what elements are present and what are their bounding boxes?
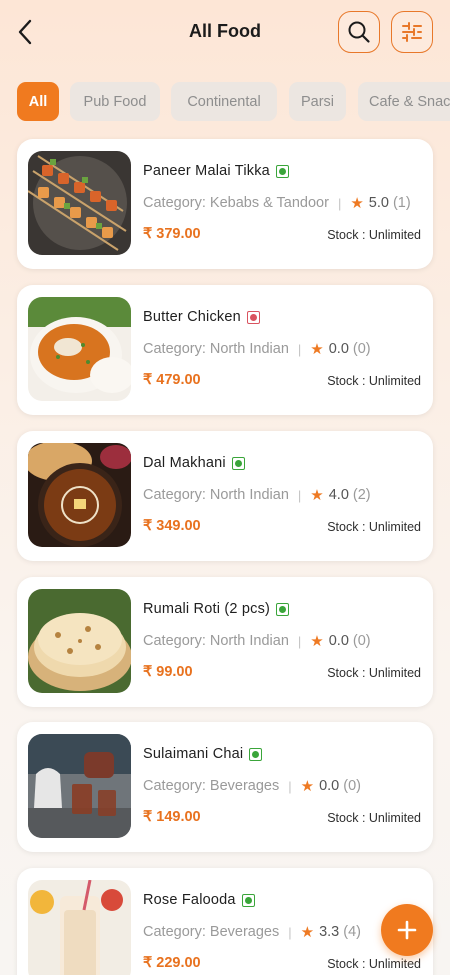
divider: | xyxy=(297,633,302,649)
food-category: Category: North Indian xyxy=(143,487,289,503)
filter-button[interactable] xyxy=(391,11,433,53)
food-image-butter-chicken xyxy=(28,297,131,401)
rating-count: (0) xyxy=(352,633,371,649)
rating-value: 0.0 xyxy=(328,633,349,649)
divider: | xyxy=(288,924,292,940)
star-icon: ★ xyxy=(310,633,324,650)
stock-status: Stock : Unlimited xyxy=(327,520,421,534)
food-price: ₹ 149.00 xyxy=(143,809,201,825)
food-price: ₹ 229.00 xyxy=(143,955,201,971)
food-name: Sulaimani Chai xyxy=(143,746,244,762)
food-image-rose-falooda xyxy=(28,880,131,975)
food-name: Rumali Roti (2 pcs) xyxy=(143,601,271,617)
chip-pub-food[interactable]: Pub Food xyxy=(70,82,160,121)
food-category: Category: North Indian xyxy=(143,633,289,649)
page-title: All Food xyxy=(189,21,261,41)
rating-count: (2) xyxy=(352,487,371,503)
star-icon: ★ xyxy=(350,195,364,212)
veg-indicator-icon xyxy=(276,602,290,616)
stock-status: Stock : Unlimited xyxy=(327,228,421,242)
nonveg-indicator-icon xyxy=(246,310,260,324)
stock-status: Stock : Unlimited xyxy=(327,811,421,825)
rating-count: (1) xyxy=(392,195,411,211)
star-icon: ★ xyxy=(300,778,315,795)
chip-parsi[interactable]: Parsi xyxy=(289,82,346,121)
rating-value: 0.0 xyxy=(328,341,349,357)
food-card[interactable]: Paneer Malai Tikka Category: Kebabs & Ta… xyxy=(17,139,433,269)
food-name: Dal Makhani xyxy=(143,455,226,471)
food-card[interactable]: Dal Makhani Category: North Indian | ★ 4… xyxy=(17,431,433,561)
chip-cafe-snacks[interactable]: Cafe & Snacks xyxy=(358,82,450,121)
food-price: ₹ 479.00 xyxy=(143,372,201,388)
divider: | xyxy=(297,487,302,503)
stock-status: Stock : Unlimited xyxy=(327,374,421,388)
food-name: Butter Chicken xyxy=(143,309,241,325)
app-header: All Food xyxy=(0,0,450,66)
food-category: Category: Beverages xyxy=(143,924,280,940)
rating-count: (0) xyxy=(352,341,371,357)
divider: | xyxy=(337,195,342,211)
rating-value: 0.0 xyxy=(319,778,340,794)
chip-continental[interactable]: Continental xyxy=(171,82,277,121)
food-name: Paneer Malai Tikka xyxy=(143,163,270,179)
stock-status: Stock : Unlimited xyxy=(327,666,421,680)
star-icon: ★ xyxy=(310,487,324,504)
rating-value: 3.3 xyxy=(319,924,340,940)
food-card[interactable]: Sulaimani Chai Category: Beverages | ★ 0… xyxy=(17,722,433,852)
food-name: Rose Falooda xyxy=(143,892,236,908)
search-button[interactable] xyxy=(338,11,380,53)
category-chips: All Pub Food Continental Parsi Cafe & Sn… xyxy=(0,82,450,122)
plus-icon xyxy=(397,920,417,940)
rating-value: 4.0 xyxy=(328,487,349,503)
food-price: ₹ 349.00 xyxy=(143,518,201,534)
veg-indicator-icon xyxy=(231,456,245,470)
food-category: Category: Beverages xyxy=(143,778,280,794)
food-category: Category: Kebabs & Tandoor xyxy=(143,195,329,211)
star-icon: ★ xyxy=(300,924,315,941)
search-icon xyxy=(348,21,370,43)
food-card[interactable]: Butter Chicken Category: North Indian | … xyxy=(17,285,433,415)
food-image-sulaimani-chai xyxy=(28,734,131,838)
add-food-button[interactable] xyxy=(381,904,433,956)
rating-value: 5.0 xyxy=(368,195,389,211)
veg-indicator-icon xyxy=(275,164,289,178)
divider: | xyxy=(297,341,302,357)
star-icon: ★ xyxy=(310,341,324,358)
food-price: ₹ 99.00 xyxy=(143,664,193,680)
veg-indicator-icon xyxy=(249,747,263,761)
food-category: Category: North Indian xyxy=(143,341,289,357)
stock-status: Stock : Unlimited xyxy=(327,957,421,971)
food-image-dal-makhani xyxy=(28,443,131,547)
food-image-rumali-roti xyxy=(28,589,131,693)
chip-all[interactable]: All xyxy=(17,82,59,121)
rating-count: (0) xyxy=(343,778,361,794)
food-card[interactable]: Rumali Roti (2 pcs) Category: North Indi… xyxy=(17,577,433,707)
food-price: ₹ 379.00 xyxy=(143,226,201,242)
veg-indicator-icon xyxy=(241,893,255,907)
food-card[interactable]: Rose Falooda Category: Beverages | ★ 3.3… xyxy=(17,868,433,975)
rating-count: (4) xyxy=(343,924,361,940)
food-image-paneer-tikka xyxy=(28,151,131,255)
divider: | xyxy=(288,778,292,794)
sliders-icon xyxy=(402,22,422,42)
